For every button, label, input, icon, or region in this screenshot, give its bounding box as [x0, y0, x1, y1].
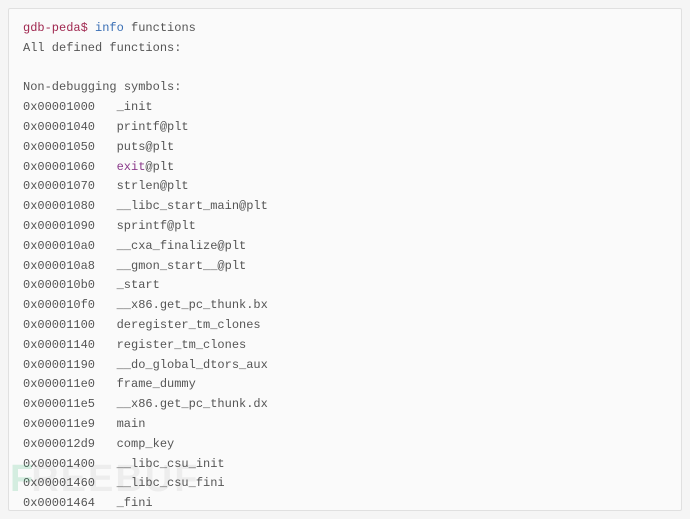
symbol-address: 0x00001090	[23, 217, 95, 237]
symbol-row: 0x00001460 __libc_csu_fini	[23, 474, 667, 494]
symbol-address: 0x000012d9	[23, 435, 95, 455]
symbol-name: __libc_csu_fini	[117, 476, 225, 490]
symbol-name: main	[117, 417, 146, 431]
symbol-name: printf@plt	[117, 120, 189, 134]
symbol-row: 0x00001464 _fini	[23, 494, 667, 511]
header-line: All defined functions:	[23, 39, 667, 59]
symbol-name: _fini	[117, 496, 153, 510]
prompt-prefix: gdb-peda	[23, 21, 81, 35]
symbol-name-suffix: @plt	[145, 160, 174, 174]
symbol-row: 0x00001100 deregister_tm_clones	[23, 316, 667, 336]
prompt-line[interactable]: gdb-peda$ info functions	[23, 19, 667, 39]
symbol-row: 0x00001080 __libc_start_main@plt	[23, 197, 667, 217]
symbol-name-highlight: exit	[117, 160, 146, 174]
symbol-address: 0x000011e0	[23, 375, 95, 395]
symbols-list: 0x00001000_init0x00001040printf@plt0x000…	[23, 98, 667, 511]
symbol-name: puts@plt	[117, 140, 175, 154]
symbol-row: 0x00001040 printf@plt	[23, 118, 667, 138]
symbol-address: 0x000011e9	[23, 415, 95, 435]
symbol-address: 0x00001070	[23, 177, 95, 197]
symbol-address: 0x00001400	[23, 455, 95, 475]
symbol-address: 0x00001000	[23, 98, 95, 118]
prompt-dollar: $	[81, 21, 88, 35]
symbol-address: 0x00001100	[23, 316, 95, 336]
section-line: Non-debugging symbols:	[23, 78, 667, 98]
symbol-name: __do_global_dtors_aux	[117, 358, 268, 372]
symbol-row: 0x000010a8 __gmon_start__@plt	[23, 257, 667, 277]
symbol-name: register_tm_clones	[117, 338, 247, 352]
symbol-address: 0x000010a8	[23, 257, 95, 277]
symbol-row: 0x00001140 register_tm_clones	[23, 336, 667, 356]
terminal-output: gdb-peda$ info functions All defined fun…	[8, 8, 682, 511]
command-arg: functions	[131, 21, 196, 35]
symbol-name: __libc_csu_init	[117, 457, 225, 471]
symbol-row: 0x00001000 _init	[23, 98, 667, 118]
symbol-row: 0x00001070 strlen@plt	[23, 177, 667, 197]
symbol-row: 0x00001090 sprintf@plt	[23, 217, 667, 237]
blank-line	[23, 59, 667, 79]
symbol-name: __x86.get_pc_thunk.bx	[117, 298, 268, 312]
symbol-row: 0x000011e0 frame_dummy	[23, 375, 667, 395]
symbol-name: __gmon_start__@plt	[117, 259, 247, 273]
symbol-row: 0x00001050 puts@plt	[23, 138, 667, 158]
symbol-row: 0x000012d9 comp_key	[23, 435, 667, 455]
symbol-address: 0x000010a0	[23, 237, 95, 257]
symbol-address: 0x00001080	[23, 197, 95, 217]
symbol-name: comp_key	[117, 437, 175, 451]
symbol-row: 0x000010a0 __cxa_finalize@plt	[23, 237, 667, 257]
symbol-name: _init	[117, 100, 153, 114]
symbol-name: __x86.get_pc_thunk.dx	[117, 397, 268, 411]
symbol-address: 0x000011e5	[23, 395, 95, 415]
symbol-row: 0x000011e5 __x86.get_pc_thunk.dx	[23, 395, 667, 415]
symbol-address: 0x00001190	[23, 356, 95, 376]
symbol-row: 0x00001060 exit@plt	[23, 158, 667, 178]
symbol-name: deregister_tm_clones	[117, 318, 261, 332]
symbol-row: 0x000010b0 _start	[23, 276, 667, 296]
symbol-address: 0x00001050	[23, 138, 95, 158]
symbol-name: sprintf@plt	[117, 219, 196, 233]
symbol-row: 0x00001400 __libc_csu_init	[23, 455, 667, 475]
symbol-name: __cxa_finalize@plt	[117, 239, 247, 253]
symbol-address: 0x000010b0	[23, 276, 95, 296]
symbol-address: 0x00001140	[23, 336, 95, 356]
symbol-row: 0x000010f0 __x86.get_pc_thunk.bx	[23, 296, 667, 316]
symbol-address: 0x00001040	[23, 118, 95, 138]
symbol-name: strlen@plt	[117, 179, 189, 193]
symbol-address: 0x00001464	[23, 494, 95, 511]
symbol-name: frame_dummy	[117, 377, 196, 391]
symbol-address: 0x00001460	[23, 474, 95, 494]
symbol-row: 0x00001190 __do_global_dtors_aux	[23, 356, 667, 376]
symbol-address: 0x000010f0	[23, 296, 95, 316]
symbol-address: 0x00001060	[23, 158, 95, 178]
symbol-row: 0x000011e9 main	[23, 415, 667, 435]
symbol-name: _start	[117, 278, 160, 292]
symbol-name: __libc_start_main@plt	[117, 199, 268, 213]
command-keyword: info	[95, 21, 124, 35]
